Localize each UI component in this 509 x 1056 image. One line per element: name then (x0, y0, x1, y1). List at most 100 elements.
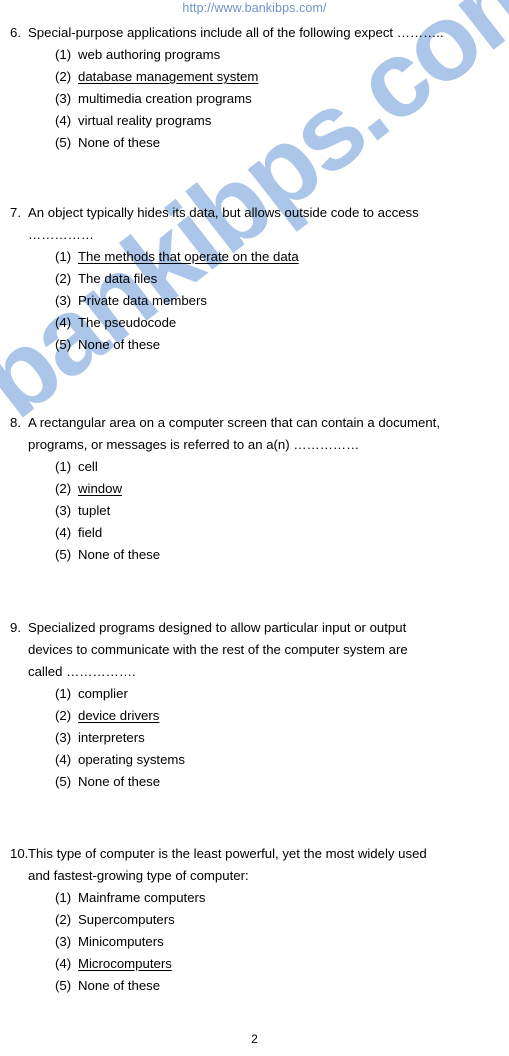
question-number: 10. (10, 846, 29, 861)
option-marker: (3) (55, 91, 72, 106)
option-text: tuplet (78, 503, 111, 518)
option-text: Mainframe computers (78, 890, 206, 905)
option-marker: (5) (55, 774, 72, 789)
option-marker: (3) (55, 730, 72, 745)
option-text-underlined: The methods that operate on the data (78, 249, 299, 264)
question-text-line: and fastest-growing type of computer: (28, 868, 249, 883)
option-text: virtual reality programs (78, 113, 212, 128)
question-text-line: called ……………. (28, 664, 136, 679)
option-item[interactable]: (5) None of these (55, 544, 499, 566)
question-text-line: Specialized programs designed to allow p… (10, 617, 499, 639)
option-marker: (5) (55, 978, 72, 993)
option-text: None of these (78, 774, 161, 789)
option-marker: (4) (55, 113, 72, 128)
question-block: A rectangular area on a computer screen … (10, 412, 499, 566)
option-text: cell (78, 459, 98, 474)
option-marker: (5) (55, 547, 72, 562)
question-text-line: devices to communicate with the rest of … (28, 642, 408, 657)
document-page: bankibps.com http://www.bankibps.com/ Sp… (0, 0, 509, 1056)
option-text: The data files (78, 271, 158, 286)
option-marker: (2) (55, 481, 72, 496)
option-marker: (4) (55, 752, 72, 767)
option-text: Minicomputers (78, 934, 164, 949)
option-item[interactable]: (3) tuplet (55, 500, 499, 522)
question-text-line: …………… (28, 227, 94, 242)
option-item[interactable]: (4) field (55, 522, 499, 544)
option-item[interactable]: (5) None of these (55, 132, 499, 154)
page-content: http://www.bankibps.com/ Special-purpose… (0, 0, 509, 1056)
option-text: complier (78, 686, 128, 701)
option-text-underlined: device drivers (78, 708, 160, 723)
option-list: (1) Mainframe computers (2) Supercomputers(… (10, 887, 499, 997)
question-text-line: programs, or messages is referred to an … (28, 437, 360, 452)
option-item[interactable]: (1) web authoring programs (55, 44, 499, 66)
question-text-line: This type of computer is the least power… (10, 843, 499, 865)
option-marker: (3) (55, 503, 72, 518)
option-text: web authoring programs (78, 47, 221, 62)
option-item[interactable]: (4) The pseudocode (55, 312, 499, 334)
option-text-underlined: database management system (78, 69, 259, 84)
option-text: The pseudocode (78, 315, 177, 330)
option-item[interactable]: (4) virtual reality programs (55, 110, 499, 132)
option-marker: (2) (55, 708, 72, 723)
option-item[interactable]: (2) window (55, 478, 499, 500)
question-number: 9. (10, 620, 21, 635)
option-marker: (3) (55, 934, 72, 949)
question-block: Specialized programs designed to allow p… (10, 617, 499, 793)
question-block: An object typically hides its data, but … (10, 202, 499, 356)
option-item[interactable]: (4) Microcomputers (55, 953, 499, 975)
option-text: None of these (78, 978, 161, 993)
option-marker: (1) (55, 686, 72, 701)
option-marker: (3) (55, 293, 72, 308)
option-item[interactable]: (2) database management system (55, 66, 499, 88)
option-marker: (1) (55, 890, 72, 905)
option-text: None of these (78, 337, 161, 352)
question-number: 7. (10, 205, 21, 220)
question-number: 8. (10, 415, 21, 430)
option-text: Private data members (78, 293, 207, 308)
option-list: (1) The methods that operate on the data(… (10, 246, 499, 356)
option-item[interactable]: (5) None of these (55, 771, 499, 793)
option-item[interactable]: (3) Private data members (55, 290, 499, 312)
question-text-line: A rectangular area on a computer screen … (10, 412, 499, 434)
option-text: Supercomputers (78, 912, 175, 927)
footer-page-number: 2 (251, 1032, 258, 1046)
option-marker: (4) (55, 956, 72, 971)
option-item[interactable]: (2) device drivers (55, 705, 499, 727)
question-block: This type of computer is the least power… (10, 843, 499, 997)
option-item[interactable]: (4) operating systems (55, 749, 499, 771)
header-site-url: http://www.bankibps.com/ (182, 1, 327, 15)
option-item[interactable]: (2) Supercomputers (55, 909, 499, 931)
option-item[interactable]: (2) The data files (55, 268, 499, 290)
option-text: operating systems (78, 752, 186, 767)
option-marker: (4) (55, 315, 72, 330)
option-list: (1) cell (2) window (3) tuplet (4) field (5) None… (10, 456, 499, 566)
option-text-underlined: Microcomputers (78, 956, 172, 971)
question-number: 6. (10, 25, 21, 40)
option-item[interactable]: (3) interpreters (55, 727, 499, 749)
option-text-underlined: window (78, 481, 122, 496)
option-marker: (2) (55, 271, 72, 286)
option-marker: (1) (55, 47, 72, 62)
option-item[interactable]: (1) The methods that operate on the data (55, 246, 499, 268)
option-item[interactable]: (5) None of these (55, 334, 499, 356)
option-marker: (1) (55, 249, 72, 264)
option-text: multimedia creation programs (78, 91, 252, 106)
option-marker: (2) (55, 69, 72, 84)
option-item[interactable]: (1) complier (55, 683, 499, 705)
option-text: None of these (78, 135, 161, 150)
option-text: field (78, 525, 103, 540)
option-item[interactable]: (3) multimedia creation programs (55, 88, 499, 110)
option-item[interactable]: (3) Minicomputers (55, 931, 499, 953)
question-block: Special-purpose applications include all… (10, 22, 499, 154)
option-marker: (2) (55, 912, 72, 927)
question-text-line: An object typically hides its data, but … (10, 202, 499, 224)
option-item[interactable]: (1) Mainframe computers (55, 887, 499, 909)
option-text: None of these (78, 547, 161, 562)
option-list: (1) web authoring programs (2) database man… (10, 44, 499, 154)
option-item[interactable]: (5) None of these (55, 975, 499, 997)
option-marker: (1) (55, 459, 72, 474)
option-item[interactable]: (1) cell (55, 456, 499, 478)
option-marker: (5) (55, 337, 72, 352)
question-text-line: Special-purpose applications include all… (10, 22, 499, 44)
